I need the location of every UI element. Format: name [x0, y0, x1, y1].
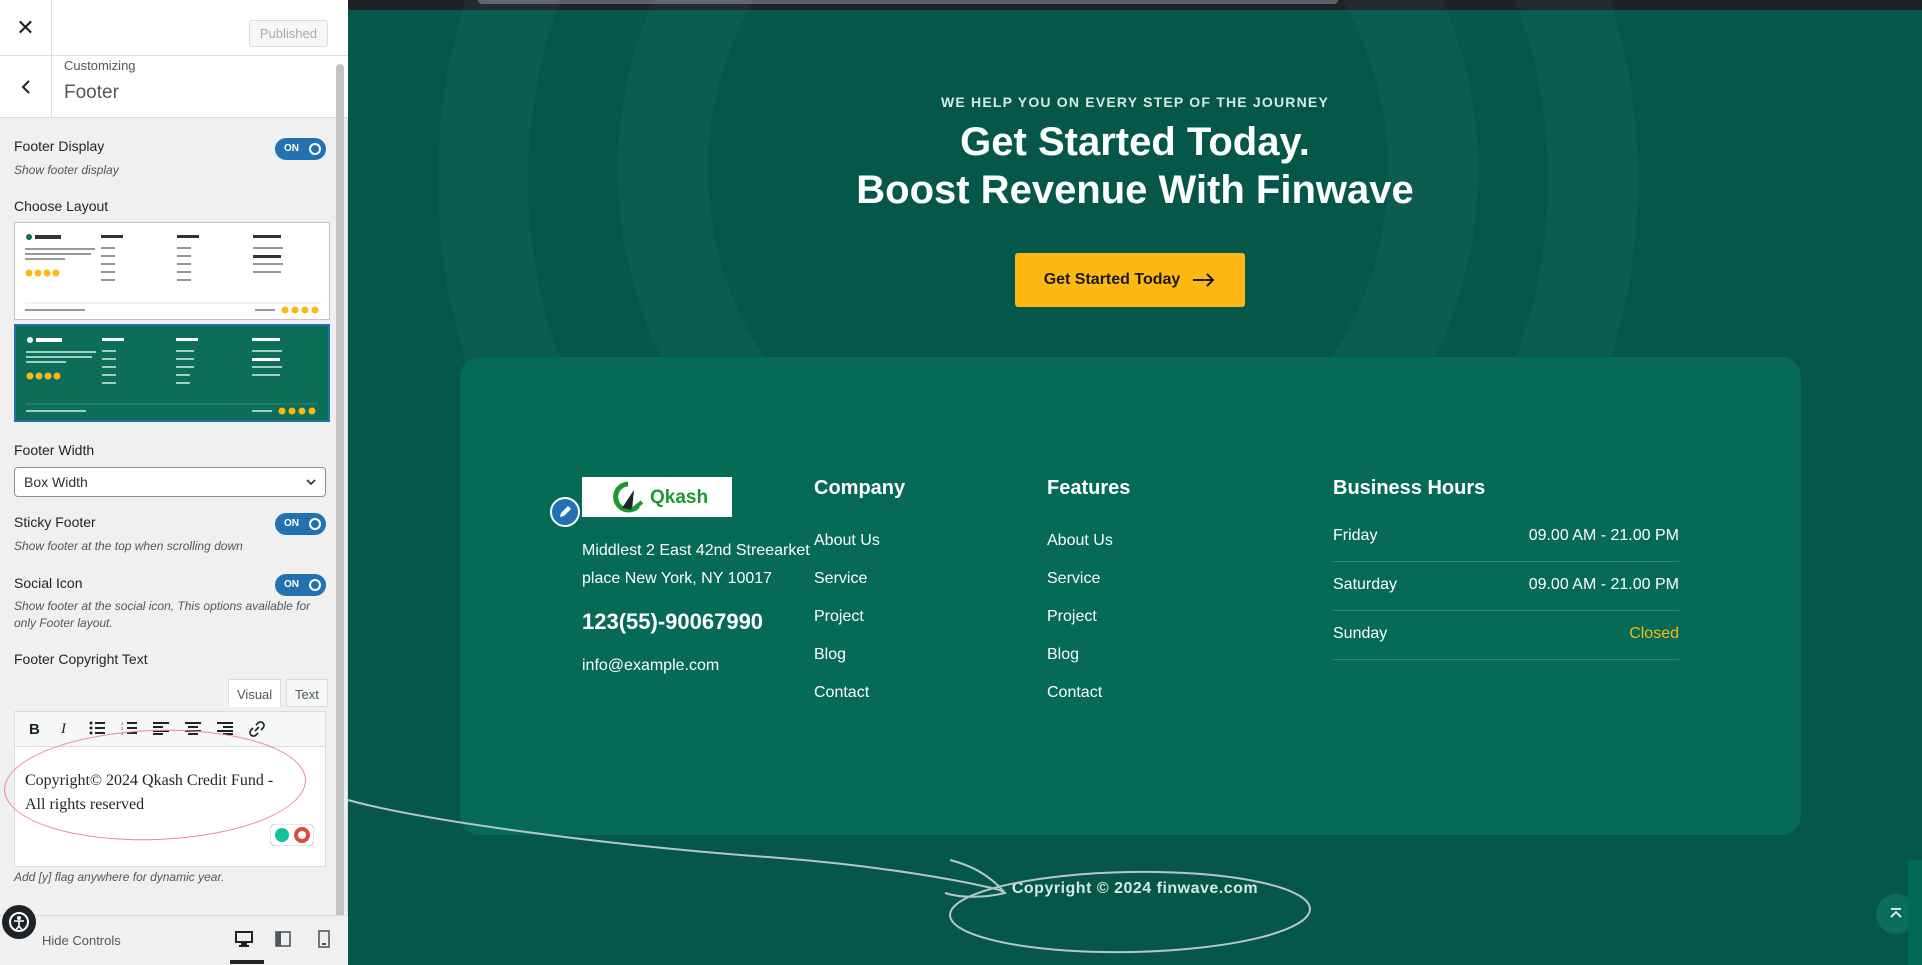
- chevron-down-icon: [306, 479, 316, 486]
- mobile-preview-icon[interactable]: [318, 930, 330, 953]
- section-title: Footer: [64, 82, 119, 103]
- footer-display-toggle[interactable]: ON: [275, 138, 326, 160]
- footer-link-service[interactable]: Service: [1047, 570, 1113, 608]
- footer-display-label: Footer Display: [14, 138, 105, 154]
- hours-day: Sunday: [1333, 625, 1388, 642]
- hours-value: 09.00 AM - 21.00 PM: [1528, 576, 1679, 593]
- hours-value-closed: Closed: [1629, 625, 1679, 642]
- panel-footer: Hide Controls: [0, 915, 348, 965]
- footer-link-contact[interactable]: Contact: [814, 684, 880, 722]
- toggle-knob: [309, 518, 321, 530]
- panel-header: ✕ Published: [0, 0, 348, 56]
- tab-visual[interactable]: Visual: [228, 679, 282, 707]
- hours-value: 09.00 AM - 21.00 PM: [1528, 527, 1679, 544]
- footer-address: Middlest 2 East 42nd Streearket place Ne…: [582, 542, 810, 587]
- logo-text: Qkash: [650, 487, 709, 508]
- footer-width-value: Box Width: [24, 474, 88, 490]
- footer-copyright: Copyright © 2024 finwave.com: [1011, 880, 1259, 897]
- tab-text[interactable]: Text: [286, 679, 328, 707]
- footer-link-about-us[interactable]: About Us: [814, 532, 880, 570]
- grammarly-icon[interactable]: [270, 824, 314, 846]
- social-icon-label: Social Icon: [14, 575, 83, 591]
- close-icon[interactable]: ✕: [0, 0, 52, 56]
- layout-option-light[interactable]: [14, 222, 330, 320]
- sticky-footer-label: Sticky Footer: [14, 514, 96, 530]
- footer-width-select[interactable]: Box Width: [14, 467, 326, 497]
- social-icon-toggle[interactable]: ON: [275, 574, 326, 596]
- business-hours-heading: Business Hours: [1333, 477, 1486, 499]
- company-heading: Company: [814, 477, 906, 499]
- layout-option-dark[interactable]: [14, 324, 330, 422]
- company-links: About Us Service Project Blog Contact: [814, 532, 880, 722]
- panel-scrollbar[interactable]: [336, 64, 344, 918]
- cta-label: Get Started Today: [1043, 271, 1181, 288]
- features-heading: Features: [1047, 477, 1131, 499]
- desktop-preview-icon[interactable]: [234, 930, 254, 953]
- tablet-preview-icon[interactable]: [274, 930, 292, 953]
- customizer-panel: ✕ Published Customizing Footer Footer Di…: [0, 0, 348, 965]
- accessibility-icon[interactable]: [2, 905, 36, 939]
- hide-controls-button[interactable]: Hide Controls: [42, 933, 121, 948]
- toggle-state: ON: [284, 518, 299, 529]
- back-arrow-icon[interactable]: [0, 56, 52, 118]
- sticky-footer-toggle[interactable]: ON: [275, 513, 326, 535]
- bold-icon[interactable]: B: [29, 721, 40, 738]
- edit-pencil-icon[interactable]: [550, 497, 580, 527]
- copyright-label: Footer Copyright Text: [14, 651, 148, 667]
- footer-link-about-us[interactable]: About Us: [1047, 532, 1113, 570]
- footer-link-service[interactable]: Service: [814, 570, 880, 608]
- arrow-right-icon: [1193, 273, 1215, 287]
- footer-phone[interactable]: 123(55)-90067990: [582, 609, 763, 635]
- hero-eyebrow: WE HELP YOU ON EVERY STEP OF THE JOURNEY: [941, 94, 1329, 110]
- hours-day: Saturday: [1333, 576, 1398, 593]
- hours-day: Friday: [1333, 527, 1378, 544]
- footer-width-label: Footer Width: [14, 442, 95, 458]
- footer-link-blog[interactable]: Blog: [1047, 646, 1113, 684]
- get-started-button[interactable]: Get Started Today: [1015, 253, 1245, 307]
- social-icon-desc: Show footer at the social icon, This opt…: [14, 599, 311, 630]
- toggle-state: ON: [284, 143, 299, 154]
- arrow-up-icon: [1890, 908, 1902, 918]
- footer-link-project[interactable]: Project: [814, 608, 880, 646]
- hours-row: Friday 09.00 AM - 21.00 PM: [1333, 513, 1679, 562]
- hours-row: Sunday Closed: [1333, 611, 1679, 660]
- footer-link-blog[interactable]: Blog: [814, 646, 880, 684]
- sticky-footer-desc: Show footer at the top when scrolling do…: [14, 539, 243, 553]
- footer-link-project[interactable]: Project: [1047, 608, 1113, 646]
- dynamic-year-note: Add [y] flag anywhere for dynamic year.: [14, 870, 225, 884]
- published-button[interactable]: Published: [248, 20, 328, 47]
- footer-card: Qkash Middlest 2 East 42nd Streearket pl…: [460, 357, 1801, 835]
- toggle-knob: [309, 579, 321, 591]
- section-header: Customizing Footer: [0, 56, 348, 118]
- features-links: About Us Service Project Blog Contact: [1047, 532, 1113, 722]
- toggle-knob: [309, 143, 321, 155]
- footer-link-contact[interactable]: Contact: [1047, 684, 1113, 722]
- hero-title-line-1: Get Started Today.: [960, 120, 1310, 164]
- site-preview: WE HELP YOU ON EVERY STEP OF THE JOURNEY…: [348, 0, 1922, 965]
- customizing-label: Customizing: [64, 58, 136, 73]
- hero-title-line-2: Boost Revenue With Finwave: [856, 168, 1414, 212]
- choose-layout-label: Choose Layout: [14, 198, 109, 214]
- active-device-indicator: [230, 960, 264, 964]
- hours-row: Saturday 09.00 AM - 21.00 PM: [1333, 562, 1679, 611]
- italic-icon[interactable]: I: [61, 721, 66, 738]
- logo-mark-icon: [613, 481, 644, 513]
- link-icon[interactable]: [249, 721, 265, 741]
- site-logo[interactable]: Qkash: [582, 477, 732, 517]
- toggle-state: ON: [284, 579, 299, 590]
- edge-strip: [1908, 860, 1922, 965]
- footer-display-desc: Show footer display: [14, 163, 119, 177]
- footer-email[interactable]: info@example.com: [582, 657, 719, 675]
